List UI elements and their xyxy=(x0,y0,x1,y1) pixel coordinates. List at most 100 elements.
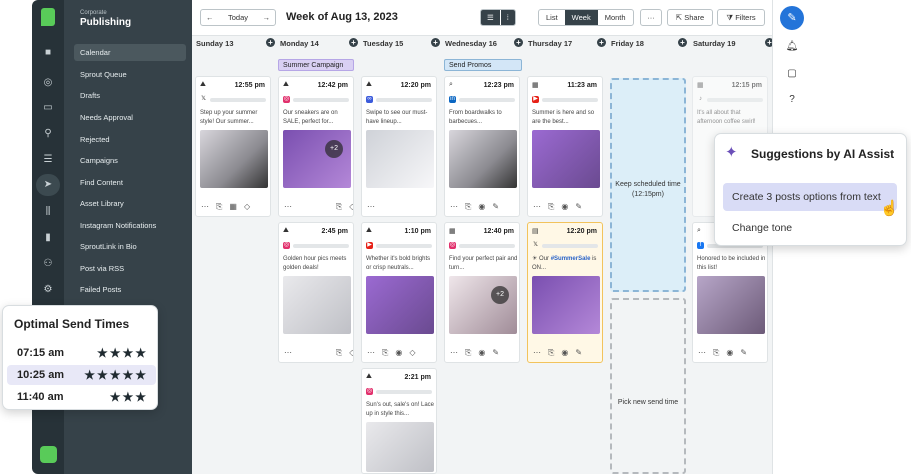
share-label: Share xyxy=(684,13,705,22)
post-card[interactable]: ⛰ 2:21 pm ◎ Sun's out, sale's on! Lace u… xyxy=(361,368,437,474)
day-header-tuesday: Tuesday 15 + xyxy=(363,38,440,48)
sidebar-item-campaigns[interactable]: Campaigns xyxy=(74,152,186,169)
sidebar-item-asset-library[interactable]: Asset Library xyxy=(74,195,186,212)
sidebar-item-rejected[interactable]: Rejected xyxy=(74,131,186,148)
view-week-tab[interactable]: Week xyxy=(564,10,598,25)
share-button[interactable]: ⇱ Share xyxy=(667,9,713,26)
filters-label: Filters xyxy=(735,13,756,22)
pin-icon[interactable]: ⚲ xyxy=(41,127,55,141)
more-options-button[interactable]: ··· xyxy=(640,9,662,26)
list-icon[interactable]: ☰ xyxy=(41,153,55,167)
post-card[interactable]: ⛰ 12:42 pm ◎ Our sneakers are on SALE, p… xyxy=(278,76,354,217)
post-card-selected[interactable]: ▤ 12:20 pm 𝕏 ☀ Our #SummerSale is ON... … xyxy=(527,222,603,363)
bell-icon[interactable]: 🔔︎ xyxy=(785,40,799,54)
publishing-icon[interactable]: ■ xyxy=(41,46,55,60)
today-button[interactable]: Today xyxy=(228,10,248,25)
add-post-icon[interactable]: + xyxy=(678,38,687,47)
help-icon[interactable]: ? xyxy=(785,93,799,107)
add-post-icon[interactable]: + xyxy=(597,38,606,47)
more-media-count[interactable]: +2 xyxy=(491,286,509,304)
view-list-tab[interactable]: List xyxy=(539,10,565,25)
compose-icon[interactable]: ✎ xyxy=(780,6,804,30)
day-header-sunday: Sunday 13 + xyxy=(196,38,275,48)
grid-view-icon[interactable]: ☰ xyxy=(481,10,500,25)
post-card[interactable]: ▦ 12:40 pm ◎ Find your perfect pair and … xyxy=(444,222,520,363)
waveform-icon[interactable]: ⫼ xyxy=(41,205,55,219)
post-actions[interactable]: ⋯⎘◉◇ xyxy=(367,348,423,358)
post-card[interactable]: ⛰ 12:55 pm 𝕏 Step up your summer style! … xyxy=(195,76,271,217)
layout-toggle[interactable]: ☰ ⁞ xyxy=(480,9,516,26)
hand-cursor-icon: ☝ xyxy=(880,200,899,217)
add-post-icon[interactable]: + xyxy=(266,38,275,47)
sidebar-item-instagram-notifications[interactable]: Instagram Notifications xyxy=(74,217,186,234)
post-actions[interactable]: ⋯⎘▦◇ xyxy=(201,202,257,212)
brand-square-icon[interactable] xyxy=(40,446,57,463)
post-author-icon: ⛰ xyxy=(283,81,289,88)
rating-stars: ★★★★★ xyxy=(84,368,148,382)
post-calendar-icon: ▦ xyxy=(532,82,539,89)
send-icon[interactable]: ➤ xyxy=(36,174,60,196)
sidebar-item-calendar[interactable]: Calendar xyxy=(74,44,186,61)
prev-arrow-icon[interactable]: ← xyxy=(206,10,214,25)
campaign-tag[interactable]: Summer Campaign xyxy=(278,59,354,71)
send-time-option-selected[interactable]: 10:25 am ★★★★★ xyxy=(7,365,156,385)
sidebar-item-needs-approval[interactable]: Needs Approval xyxy=(74,109,186,126)
ai-option-create-posts[interactable]: Create 3 posts options from text xyxy=(723,183,897,211)
ai-option-change-tone[interactable]: Change tone xyxy=(723,214,897,242)
post-time: 12:20 pm xyxy=(566,228,597,235)
send-time-option[interactable]: 11:40 am ★★★ xyxy=(7,387,156,407)
chat-icon[interactable]: ▢ xyxy=(785,67,799,81)
post-actions[interactable]: ⋯ ⎘◇ xyxy=(284,348,353,358)
send-time-option[interactable]: 07:15 am ★★★★ xyxy=(7,343,156,363)
column-view-icon[interactable]: ⁞ xyxy=(499,10,515,25)
post-text: ☀ Our #SummerSale is ON... xyxy=(532,256,597,271)
bar-chart-icon[interactable]: ▮ xyxy=(41,231,55,245)
people-icon[interactable]: ⚇ xyxy=(41,257,55,271)
drop-zone-keep-time[interactable]: Keep scheduled time (12:15pm) xyxy=(610,78,686,292)
post-time: 12:40 pm xyxy=(483,228,514,235)
more-media-count[interactable]: +2 xyxy=(325,140,343,158)
date-nav: ← Today → xyxy=(200,9,276,26)
gear-icon[interactable]: ⚙ xyxy=(41,283,55,297)
post-actions[interactable]: ⋯⎘◉✎ xyxy=(698,348,754,358)
sidebar-item-sprout-queue[interactable]: Sprout Queue xyxy=(74,66,186,83)
profile-placeholder xyxy=(376,98,432,102)
profile-placeholder xyxy=(542,98,598,102)
add-post-icon[interactable]: + xyxy=(514,38,523,47)
post-card[interactable]: ▦ 11:23 am ▶ Summer is here and so are t… xyxy=(527,76,603,217)
post-card[interactable]: ⛰ 1:10 pm ▶ Whether it's bold brights or… xyxy=(361,222,437,363)
post-card[interactable]: ⛰ 12:20 pm ∞ Swipe to see our must-have … xyxy=(361,76,437,217)
post-text: It's all about that afternoon coffee swi… xyxy=(697,110,756,125)
add-post-icon[interactable]: + xyxy=(431,38,440,47)
drop-zone-new-time[interactable]: Pick new send time xyxy=(610,298,686,474)
post-actions[interactable]: ⋯⎘◉✎ xyxy=(450,202,506,212)
sidebar-item-find-content[interactable]: Find Content xyxy=(74,174,186,191)
post-actions[interactable]: ⋯⎘◉✎ xyxy=(533,348,589,358)
post-card[interactable]: ⛰ 2:45 pm ◎ Golden hour pics meets golde… xyxy=(278,222,354,363)
post-text: Sun's out, sale's on! Lace up in style t… xyxy=(366,402,435,417)
view-month-tab[interactable]: Month xyxy=(598,10,633,25)
post-actions[interactable]: ⋯⎘◉✎ xyxy=(533,202,589,212)
sidebar-item-sproutlink[interactable]: SproutLink in Bio xyxy=(74,238,186,255)
post-image xyxy=(200,130,268,188)
add-post-icon[interactable]: + xyxy=(349,38,358,47)
post-card[interactable]: ⌕ 12:23 pm in From boardwalks to barbecu… xyxy=(444,76,520,217)
campaign-tag[interactable]: Send Promos xyxy=(444,59,522,71)
filters-button[interactable]: ⧩ Filters xyxy=(717,9,765,26)
hashtag-link[interactable]: #SummerSale xyxy=(551,256,591,262)
next-arrow-icon[interactable]: → xyxy=(262,10,270,25)
sidebar-item-failed-posts[interactable]: Failed Posts xyxy=(74,281,186,298)
inbox-icon[interactable]: ▭ xyxy=(41,101,55,115)
compass-icon[interactable]: ◎ xyxy=(41,76,55,90)
sidebar-item-drafts[interactable]: Drafts xyxy=(74,87,186,104)
post-search-icon: ⌕ xyxy=(449,81,453,88)
post-actions[interactable]: ⋯ ⎘◇ xyxy=(284,202,353,212)
sidebar-item-rss[interactable]: Post via RSS xyxy=(74,260,186,277)
post-search-icon: ⌕ xyxy=(697,227,701,234)
post-actions[interactable]: ⋯⎘◉✎ xyxy=(450,348,506,358)
linkedin-icon: in xyxy=(449,96,456,103)
post-image xyxy=(283,276,351,334)
post-time: 12:20 pm xyxy=(400,82,431,89)
post-actions[interactable]: ⋯ ⎘ xyxy=(367,202,436,212)
day-header-friday: Friday 18 + xyxy=(611,38,687,48)
